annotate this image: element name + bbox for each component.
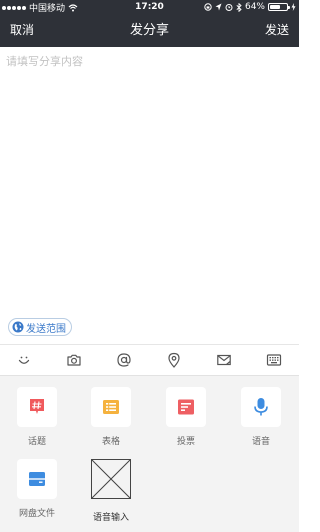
rotation-lock-icon	[204, 3, 212, 11]
cancel-button[interactable]: 取消	[10, 14, 34, 47]
battery-percent: 64%	[244, 2, 265, 12]
voice-label: 语音	[251, 437, 270, 447]
topic-tile[interactable]: 话题	[17, 387, 57, 447]
bluetooth-icon	[236, 2, 242, 12]
send-button[interactable]: 发送	[265, 14, 289, 47]
table-icon	[103, 400, 119, 414]
battery-icon	[268, 3, 290, 11]
navigation-bar: 取消 发分享 发送	[0, 14, 299, 47]
hashtag-icon	[30, 399, 44, 414]
voice-input-tile[interactable]: 语音输入	[91, 459, 131, 523]
status-bar: 中国移动 17:20 64%	[0, 0, 299, 14]
alarm-icon	[225, 4, 233, 11]
cloud-drive-icon	[29, 472, 45, 486]
keyboard-icon[interactable]	[266, 352, 282, 368]
smile-icon[interactable]	[16, 352, 32, 368]
send-scope-button[interactable]: 发送范围	[8, 318, 72, 336]
globe-icon	[12, 321, 24, 333]
mail-icon[interactable]	[216, 352, 232, 368]
voice-tile[interactable]: 语音	[241, 387, 281, 447]
share-content-input[interactable]	[0, 47, 299, 313]
topic-label: 话题	[27, 437, 46, 447]
charging-bolt-icon	[291, 3, 296, 11]
location-arrow-icon	[215, 3, 222, 11]
table-tile[interactable]: 表格	[91, 387, 131, 447]
camera-icon[interactable]	[66, 352, 82, 368]
microphone-icon	[254, 398, 268, 416]
cloud-drive-tile[interactable]: 网盘文件	[17, 459, 57, 519]
compose-toolbar	[0, 344, 299, 375]
location-pin-icon[interactable]	[166, 352, 182, 368]
status-right: 64%	[204, 0, 296, 14]
send-scope-label: 发送范围	[26, 323, 66, 335]
cloud-drive-label: 网盘文件	[18, 509, 55, 519]
vote-icon	[178, 399, 194, 415]
attachment-panel: 话题 表格 投票 语音 网盘文件 语音输入	[0, 375, 299, 532]
at-icon[interactable]	[116, 352, 132, 368]
vote-label: 投票	[176, 437, 195, 447]
broken-image-icon	[91, 459, 131, 499]
page-title: 发分享	[129, 23, 169, 38]
voice-input-label: 语音输入	[92, 513, 129, 523]
table-label: 表格	[101, 437, 120, 447]
vote-tile[interactable]: 投票	[166, 387, 206, 447]
